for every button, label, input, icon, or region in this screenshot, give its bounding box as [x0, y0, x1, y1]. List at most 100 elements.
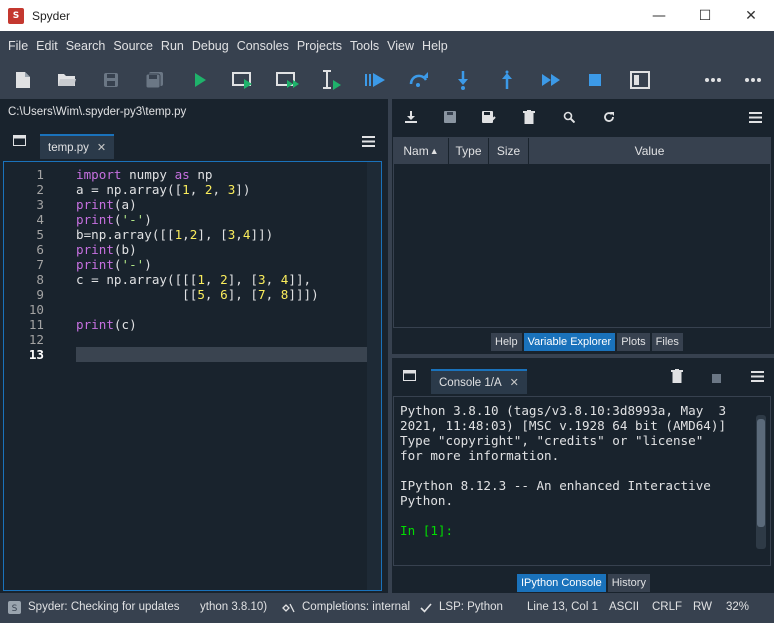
more-options-icon[interactable] — [740, 68, 766, 92]
refresh-icon[interactable] — [600, 109, 618, 125]
update-status[interactable]: Spyder: Checking for updates — [28, 601, 180, 613]
python-environment[interactable]: ython 3.8.10) — [200, 601, 267, 613]
save-icon[interactable] — [98, 68, 124, 92]
tab-plots[interactable]: Plots — [617, 333, 650, 351]
menu-projects[interactable]: Projects — [293, 39, 346, 53]
close-tab-icon[interactable]: ✕ — [97, 141, 106, 154]
interrupt-kernel-icon[interactable] — [712, 372, 721, 386]
open-file-icon[interactable] — [54, 68, 80, 92]
menu-debug[interactable]: Debug — [188, 39, 233, 53]
code-line[interactable]: print('-') — [76, 257, 152, 272]
code-line[interactable]: b=np.array([[1,2], [3,4]]) — [76, 227, 273, 242]
console-scrollbar-thumb[interactable] — [757, 419, 765, 527]
code-token: [[ — [76, 287, 198, 302]
more-options-icon[interactable] — [700, 68, 726, 92]
code-token: , — [212, 182, 228, 197]
column-value[interactable]: Value — [529, 138, 770, 164]
tab-help[interactable]: Help — [491, 333, 522, 351]
stop-icon[interactable] — [582, 68, 608, 92]
console-browse-tabs-icon[interactable] — [403, 370, 416, 384]
menu-source[interactable]: Source — [109, 39, 157, 53]
code-editor[interactable]: 1 2 3 4 5 6 7 8 9 10 11 12 13 import numpy as np a = … — [3, 161, 382, 591]
code-token: , — [182, 227, 190, 242]
ipython-console[interactable]: Python 3.8.10 (tags/v3.8.10:3d8993a, May… — [393, 396, 771, 566]
tab-history[interactable]: History — [607, 574, 650, 592]
hamburger-icon[interactable] — [751, 371, 764, 385]
code-line[interactable]: print(b) — [76, 242, 137, 257]
maximize-pane-icon[interactable] — [627, 68, 653, 92]
step-over-icon[interactable] — [406, 68, 432, 92]
hamburger-icon[interactable] — [362, 136, 375, 150]
new-file-icon[interactable] — [10, 68, 36, 92]
hamburger-icon[interactable] — [746, 109, 764, 125]
lsp-status[interactable]: LSP: Python — [439, 601, 503, 613]
tab-files[interactable]: Files — [651, 333, 683, 351]
menu-run[interactable]: Run — [157, 39, 188, 53]
editor-tab-temp-py[interactable]: temp.py ✕ — [40, 134, 115, 159]
menu-view[interactable]: View — [383, 39, 418, 53]
remove-all-icon[interactable] — [671, 369, 683, 386]
code-token: 5 — [197, 287, 205, 302]
save-data-icon[interactable] — [441, 109, 459, 125]
save-data-as-icon[interactable] — [480, 109, 498, 125]
console-tab-label: Console 1/A — [439, 376, 502, 389]
menu-edit[interactable]: Edit — [32, 39, 62, 53]
debug-icon[interactable] — [362, 68, 388, 92]
file-encoding: ASCII — [609, 601, 640, 613]
menu-help[interactable]: Help — [418, 39, 452, 53]
editor-browse-tabs-icon[interactable] — [13, 135, 26, 149]
menu-search[interactable]: Search — [62, 39, 110, 53]
code-token: import — [76, 167, 122, 182]
tab-variable-explorer[interactable]: Variable Explorer — [523, 333, 616, 351]
search-icon[interactable] — [560, 109, 578, 125]
import-data-icon[interactable] — [402, 109, 420, 125]
run-selection-icon[interactable] — [318, 68, 344, 92]
code-token: (a) — [113, 197, 137, 212]
run-icon[interactable] — [187, 68, 213, 92]
remove-all-icon[interactable] — [520, 109, 538, 125]
code-line[interactable]: a = np.array([1, 2, 3]) — [76, 182, 250, 197]
code-line[interactable]: print(a) — [76, 197, 137, 212]
completions-status[interactable]: Completions: internal — [302, 601, 410, 613]
status-bar: S Spyder: Checking for updates ython 3.8… — [0, 593, 774, 623]
console-output-line: Python 3.8.10 (tags/v3.8.10:3d8993a, May… — [400, 403, 727, 418]
code-token: ) — [144, 212, 152, 227]
line-number: 1 — [36, 167, 44, 182]
minimize-button[interactable]: — — [636, 0, 682, 31]
code-token: ], [ — [227, 272, 259, 287]
maximize-button[interactable]: ☐ — [682, 0, 728, 31]
code-line[interactable]: c = np.array([[[1, 2], [3, 4]], — [76, 272, 311, 287]
spyder-icon: S — [8, 7, 24, 24]
code-token: print — [76, 257, 114, 272]
menu-tools[interactable]: Tools — [346, 39, 383, 53]
console-prompt[interactable]: In [1]: — [400, 523, 453, 538]
step-return-icon[interactable] — [494, 68, 520, 92]
save-all-icon[interactable] — [142, 68, 168, 92]
code-line[interactable]: import numpy as np — [76, 167, 213, 182]
run-cell-icon[interactable] — [230, 68, 256, 92]
end-of-line: CRLF — [652, 601, 683, 613]
console-scrollbar[interactable] — [756, 415, 766, 549]
code-line[interactable]: print(c) — [76, 317, 137, 332]
console-output-line: for more information. — [400, 448, 560, 463]
close-tab-icon[interactable]: ✕ — [510, 376, 519, 389]
variable-table[interactable]: Nam ▲ Type Size Value — [393, 137, 771, 328]
code-area[interactable]: import numpy as np a = np.array([1, 2, 3]… — [72, 162, 368, 590]
code-token: 1 — [182, 182, 190, 197]
editor-tab-label: temp.py — [48, 141, 89, 154]
code-line[interactable]: print('-') — [76, 212, 152, 227]
column-size[interactable]: Size — [489, 138, 529, 164]
column-type[interactable]: Type — [449, 138, 489, 164]
tab-ipython-console[interactable]: IPython Console — [517, 574, 606, 592]
menu-file[interactable]: File — [4, 39, 32, 53]
editor-scrollbar[interactable] — [367, 162, 381, 590]
run-cell-advance-icon[interactable] — [275, 68, 301, 92]
console-tab[interactable]: Console 1/A ✕ — [431, 369, 527, 394]
close-button[interactable]: ✕ — [728, 0, 774, 31]
column-name[interactable]: Nam ▲ — [394, 138, 449, 164]
step-into-icon[interactable] — [450, 68, 476, 92]
menu-consoles[interactable]: Consoles — [233, 39, 293, 53]
code-token: print — [76, 242, 114, 257]
code-line[interactable]: [[5, 6], [7, 8]]]) — [76, 287, 319, 302]
continue-icon[interactable] — [538, 68, 564, 92]
